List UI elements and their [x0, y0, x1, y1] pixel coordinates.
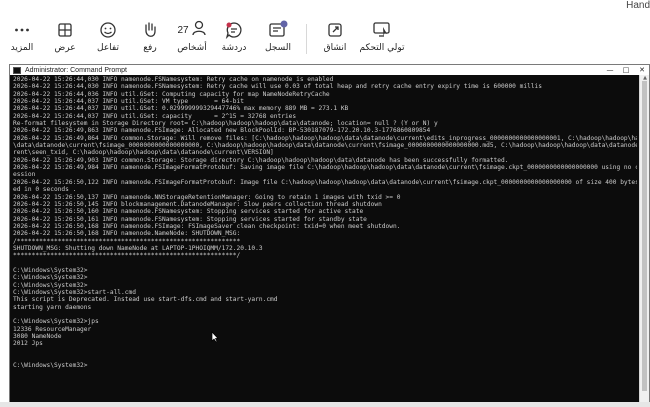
participant-count: 27 — [177, 24, 189, 36]
console-line: 2026-04-22 15:26:44,037 INFO util.GSet: … — [13, 105, 349, 113]
chat-button[interactable]: دردشة — [214, 19, 254, 59]
console-line: 2026-04-22 15:26:50,168 INFO namenode.FS… — [13, 222, 401, 230]
share-screen-icon — [326, 19, 344, 41]
people-button[interactable]: 27 أشخاص — [172, 19, 212, 59]
terminal-icon — [13, 66, 21, 74]
chat-icon — [224, 19, 244, 41]
take-control-button[interactable]: تولي التحكم — [359, 19, 405, 59]
console-line: 3080 NameNode — [13, 333, 62, 341]
take-control-icon — [372, 19, 392, 41]
command-prompt-window[interactable]: Administrator: Command Prompt — □ ✕ 2026… — [9, 64, 650, 407]
record-label: السجل — [265, 43, 291, 53]
more-button[interactable]: المزيد — [2, 19, 42, 59]
chat-label: دردشة — [221, 43, 247, 53]
people-label: أشخاص — [177, 43, 207, 53]
maximize-button[interactable]: □ — [619, 65, 633, 75]
raise-hand-label: رفع — [143, 43, 157, 53]
console-line: 2026-04-22 15:26:50,160 INFO namenode.FS… — [13, 208, 364, 216]
console-line: \data\datanode\current\fsimage_000000000… — [13, 142, 637, 150]
console-line: 2026-04-22 15:26:44,036 INFO util.GSet: … — [13, 90, 330, 98]
console-line: ed in 0 seconds . — [13, 186, 77, 194]
take-control-label: تولي التحكم — [359, 43, 405, 53]
console-line: 2026-04-22 15:26:49,863 INFO namenode.FS… — [13, 127, 431, 135]
meeting-toolbar: Hand تولي التحكم انشاق السجل دردشة 27 أش… — [0, 0, 650, 62]
console-line: 2026-04-22 15:26:49,903 INFO common.Stor… — [13, 156, 509, 164]
console-line: ession — [13, 171, 36, 179]
taskbar-edge — [0, 402, 650, 407]
toolbar-divider — [306, 24, 307, 54]
vertical-scrollbar[interactable]: ▲ ▼ — [639, 75, 649, 407]
raise-hand-icon — [141, 19, 159, 41]
console-line: ****************************************… — [13, 252, 241, 260]
console-line: starting yarn daemons — [13, 303, 92, 311]
react-button[interactable]: تفاعل — [88, 19, 128, 59]
console-line: 2026-04-22 15:26:50,122 INFO namenode.FS… — [13, 178, 637, 186]
console-line: 2026-04-22 15:26:44,030 INFO namenode.FS… — [13, 83, 542, 91]
grid-view-icon — [56, 19, 74, 41]
console-line: 2026-04-22 15:26:50,137 INFO namenode.NN… — [13, 193, 401, 201]
console-line: C:\Windows\System32>jps — [13, 318, 99, 326]
view-button[interactable]: عرض — [45, 19, 85, 59]
console-line: rent\seen_txid, C:\hadoop\hadoop\hadoop\… — [13, 149, 274, 157]
record-button[interactable]: السجل — [258, 19, 298, 59]
view-label: عرض — [54, 43, 76, 53]
more-icon — [13, 19, 31, 41]
console-line: C:\Windows\System32> — [13, 362, 88, 370]
console-line: 12336 ResourceManager — [13, 325, 92, 333]
minimize-button[interactable]: — — [603, 65, 617, 75]
console-line: 2026-04-22 15:26:50,145 INFO blockmanage… — [13, 200, 382, 208]
console-output[interactable]: 2026-04-22 15:26:44,030 INFO namenode.FS… — [13, 76, 637, 402]
console-line: 2026-04-22 15:26:50,161 INFO namenode.FS… — [13, 215, 367, 223]
console-line: 2026-04-22 15:26:49,864 INFO common.Stor… — [13, 134, 637, 142]
react-label: تفاعل — [97, 43, 119, 53]
console-line: 2012 Jps — [13, 340, 43, 348]
people-icon — [191, 19, 207, 41]
window-title: Administrator: Command Prompt — [25, 66, 127, 74]
console-line: 2026-04-22 15:26:44,037 INFO util.GSet: … — [13, 112, 297, 120]
share-label: انشاق — [323, 43, 347, 53]
console-line: C:\Windows\System32>start-all.cmd — [13, 288, 136, 296]
console-line: 2026-04-22 15:26:49,984 INFO namenode.FS… — [13, 164, 637, 172]
share-button[interactable]: انشاق — [315, 19, 355, 59]
close-button[interactable]: ✕ — [635, 65, 649, 75]
console-line: SHUTDOWN_MSG: Shutting down NameNode at … — [13, 244, 263, 252]
console-line: Re-format filesystem in Storage Director… — [13, 120, 438, 128]
console-line: C:\Windows\System32> — [13, 266, 88, 274]
console-line: C:\Windows\System32> — [13, 281, 88, 289]
window-titlebar[interactable]: Administrator: Command Prompt — [10, 65, 649, 75]
app-name: Hand — [626, 0, 650, 11]
more-label: المزيد — [10, 43, 34, 53]
console-line: C:\Windows\System32> — [13, 274, 88, 282]
raise-hand-button[interactable]: رفع — [130, 19, 170, 59]
console-line: This script is Deprecated. Instead use s… — [13, 296, 278, 304]
console-line: 2026-04-22 15:26:50,168 INFO namenode.Na… — [13, 230, 241, 238]
mouse-cursor-icon — [211, 328, 219, 347]
console-line: /***************************************… — [13, 237, 241, 245]
smiley-icon — [99, 19, 117, 41]
console-line: 2026-04-22 15:26:44,030 INFO namenode.FS… — [13, 76, 334, 83]
scrollbar-thumb[interactable] — [642, 81, 647, 391]
console-line: 2026-04-22 15:26:44,037 INFO util.GSet: … — [13, 98, 244, 106]
record-icon — [267, 19, 289, 41]
